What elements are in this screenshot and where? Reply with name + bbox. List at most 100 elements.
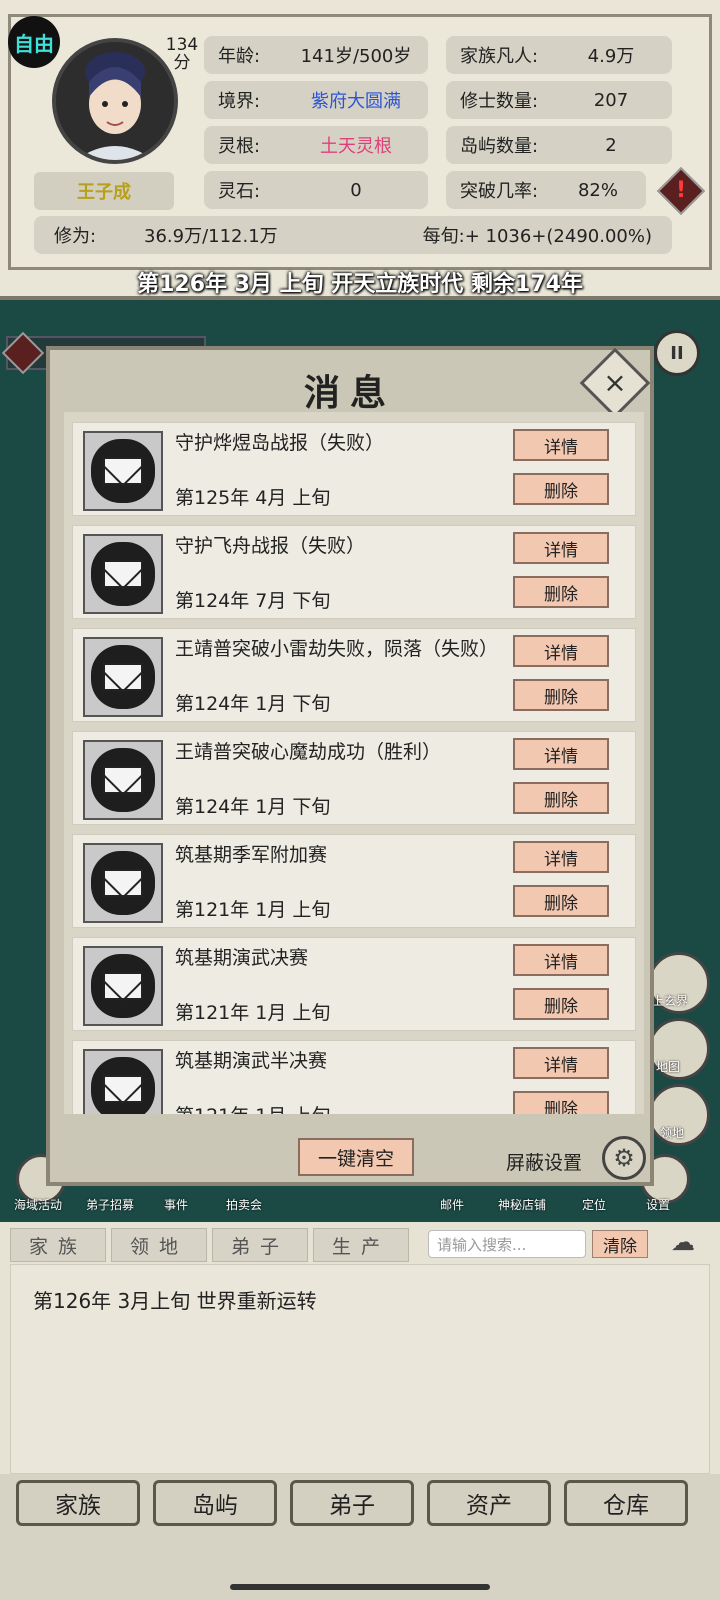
mortals-value: 4.9万 (587, 46, 635, 67)
message-item[interactable]: 王靖普突破心魔劫成功（胜利） 第124年 1月 下旬 详情 删除 (72, 731, 636, 825)
character-name[interactable]: 王子成 (34, 172, 174, 210)
recruit-label[interactable]: 弟子招募 (86, 1196, 134, 1213)
message-dialog: 消息 × 守护烨煜岛战报（失败） 第125年 4月 上旬 详情 删除 守护飞舟战… (46, 346, 654, 1186)
clear-button[interactable]: 清除 (592, 1230, 648, 1258)
age-stat: 年龄: 141岁/500岁 (204, 36, 428, 74)
islands-stat: 岛屿数量: 2 (446, 126, 672, 164)
message-date: 第125年 4月 上旬 (175, 487, 331, 509)
message-item[interactable]: 筑基期演武决赛 第121年 1月 上旬 详情 删除 (72, 937, 636, 1031)
islands-label: 岛屿数量: (460, 136, 539, 157)
age-label: 年龄: (218, 46, 261, 67)
detail-button[interactable]: 详情 (513, 1047, 609, 1079)
tab-territory[interactable]: 领地 (111, 1228, 207, 1262)
message-title: 筑基期季军附加赛 (175, 844, 328, 866)
locate-label[interactable]: 定位 (582, 1196, 606, 1213)
detail-button[interactable]: 详情 (513, 532, 609, 564)
message-date: 第121年 1月 上旬 (175, 899, 331, 921)
nav-family[interactable]: 家族 (16, 1480, 140, 1526)
detail-button[interactable]: 详情 (513, 635, 609, 667)
envelope-icon (83, 534, 163, 614)
stone-label: 灵石: (218, 181, 261, 202)
age-value: 141岁/500岁 (300, 46, 412, 67)
dialog-title: 消息 (303, 372, 396, 414)
realm-label: 境界: (218, 91, 261, 112)
detail-button[interactable]: 详情 (513, 738, 609, 770)
breakthrough-label: 突破几率: (460, 181, 539, 202)
message-date: 第124年 1月 下旬 (175, 796, 331, 818)
realm-stat: 境界: 紫府大圆满 (204, 81, 428, 119)
upper-realm-label: 上玄界 (652, 994, 689, 1008)
detail-button[interactable]: 详情 (513, 429, 609, 461)
message-item[interactable]: 筑基期季军附加赛 第121年 1月 上旬 详情 删除 (72, 834, 636, 928)
delete-button[interactable]: 删除 (513, 885, 609, 917)
events-label[interactable]: 事件 (164, 1196, 188, 1213)
tab-family[interactable]: 家族 (10, 1228, 106, 1262)
delete-button[interactable]: 删除 (513, 1091, 609, 1114)
pause-icon: II (670, 342, 684, 364)
sea-activity-label: 海域活动 (14, 1198, 63, 1212)
territory-label: 领地 (660, 1126, 685, 1140)
cultivators-label: 修士数量: (460, 91, 539, 112)
breakthrough-value: 82% (577, 179, 618, 201)
auction-label[interactable]: 拍卖会 (226, 1196, 262, 1213)
delete-button[interactable]: 删除 (513, 988, 609, 1020)
delete-button[interactable]: 删除 (513, 679, 609, 711)
cultivators-stat: 修士数量: 207 (446, 81, 672, 119)
per-period-gain: 每旬:+ 1036+(2490.00%) (422, 226, 652, 247)
message-item[interactable]: 守护烨煜岛战报（失败） 第125年 4月 上旬 详情 删除 (72, 422, 636, 516)
cultivation-value: 36.9万/112.1万 (144, 226, 278, 247)
message-title: 守护飞舟战报（失败） (175, 535, 366, 557)
delete-button[interactable]: 删除 (513, 782, 609, 814)
mail-label[interactable]: 邮件 (440, 1196, 464, 1213)
message-title: 筑基期演武半决赛 (175, 1050, 328, 1072)
detail-button[interactable]: 详情 (513, 841, 609, 873)
pause-button[interactable]: II (654, 330, 700, 376)
stone-value: 0 (350, 179, 362, 201)
delete-button[interactable]: 删除 (513, 473, 609, 505)
detail-button[interactable]: 详情 (513, 944, 609, 976)
message-date: 第124年 1月 下旬 (175, 693, 331, 715)
message-title: 王靖普突破心魔劫成功（胜利） (175, 741, 442, 763)
gear-icon[interactable]: ⚙ (602, 1136, 646, 1180)
delete-button[interactable]: 删除 (513, 576, 609, 608)
message-list[interactable]: 守护烨煜岛战报（失败） 第125年 4月 上旬 详情 删除 守护飞舟战报（失败）… (64, 412, 644, 1114)
search-input[interactable]: 请输入搜索... (428, 1230, 586, 1258)
nav-assets[interactable]: 资产 (427, 1480, 551, 1526)
era-line: 第126年 3月 上旬 开天立族时代 剩余174年 (137, 272, 583, 297)
cultivation-label: 修为: (54, 226, 97, 247)
tab-production[interactable]: 生产 (313, 1228, 409, 1262)
settings-label: 设置 (646, 1198, 671, 1212)
home-indicator[interactable] (230, 1584, 490, 1590)
message-item[interactable]: 筑基期演武半决赛 第121年 1月 上旬 详情 删除 (72, 1040, 636, 1114)
message-title: 筑基期演武决赛 (175, 947, 309, 969)
block-settings-label[interactable]: 屏蔽设置 (506, 1148, 582, 1175)
cloud-icon[interactable]: ☁ (660, 1228, 706, 1258)
message-title: 守护烨煜岛战报（失败） (175, 432, 385, 454)
score: 134 分 (165, 35, 199, 73)
message-title: 王靖普突破小雷劫失败，陨落（失败） (175, 638, 499, 660)
clear-all-button[interactable]: 一键清空 (298, 1138, 414, 1176)
mortals-label: 家族凡人: (460, 46, 539, 67)
envelope-icon (83, 740, 163, 820)
islands-value: 2 (605, 134, 617, 156)
nav-disciples[interactable]: 弟子 (290, 1480, 414, 1526)
status-panel: 自由 134 分 王子成 年龄: 141岁/500岁 境界: 紫府大圆满 灵根:… (0, 0, 720, 300)
tab-disciples[interactable]: 弟子 (212, 1228, 308, 1262)
envelope-icon (83, 1049, 163, 1114)
realm-value: 紫府大圆满 (311, 91, 401, 112)
free-mode-badge[interactable]: 自由 (8, 16, 60, 68)
log-area: 第126年 3月上旬 世界重新运转 (10, 1264, 710, 1474)
spirit-root-stat: 灵根: 土天灵根 (204, 126, 428, 164)
avatar[interactable] (52, 38, 178, 164)
nav-warehouse[interactable]: 仓库 (564, 1480, 688, 1526)
log-panel: 家族 领地 弟子 生产 请输入搜索... 清除 ☁ 第126年 3月上旬 世界重… (0, 1222, 720, 1600)
log-line: 第126年 3月上旬 世界重新运转 (33, 1289, 317, 1313)
close-icon: × (603, 366, 627, 399)
spirit-stone-stat: 灵石: 0 (204, 171, 428, 209)
nav-islands[interactable]: 岛屿 (153, 1480, 277, 1526)
cultivators-value: 207 (593, 89, 629, 111)
message-item[interactable]: 王靖普突破小雷劫失败，陨落（失败） 第124年 1月 下旬 详情 删除 (72, 628, 636, 722)
mystery-shop-label[interactable]: 神秘店铺 (498, 1196, 546, 1213)
message-item[interactable]: 守护飞舟战报（失败） 第124年 7月 下旬 详情 删除 (72, 525, 636, 619)
cultivation-bar: 修为: 36.9万/112.1万 每旬:+ 1036+(2490.00%) (34, 216, 672, 254)
